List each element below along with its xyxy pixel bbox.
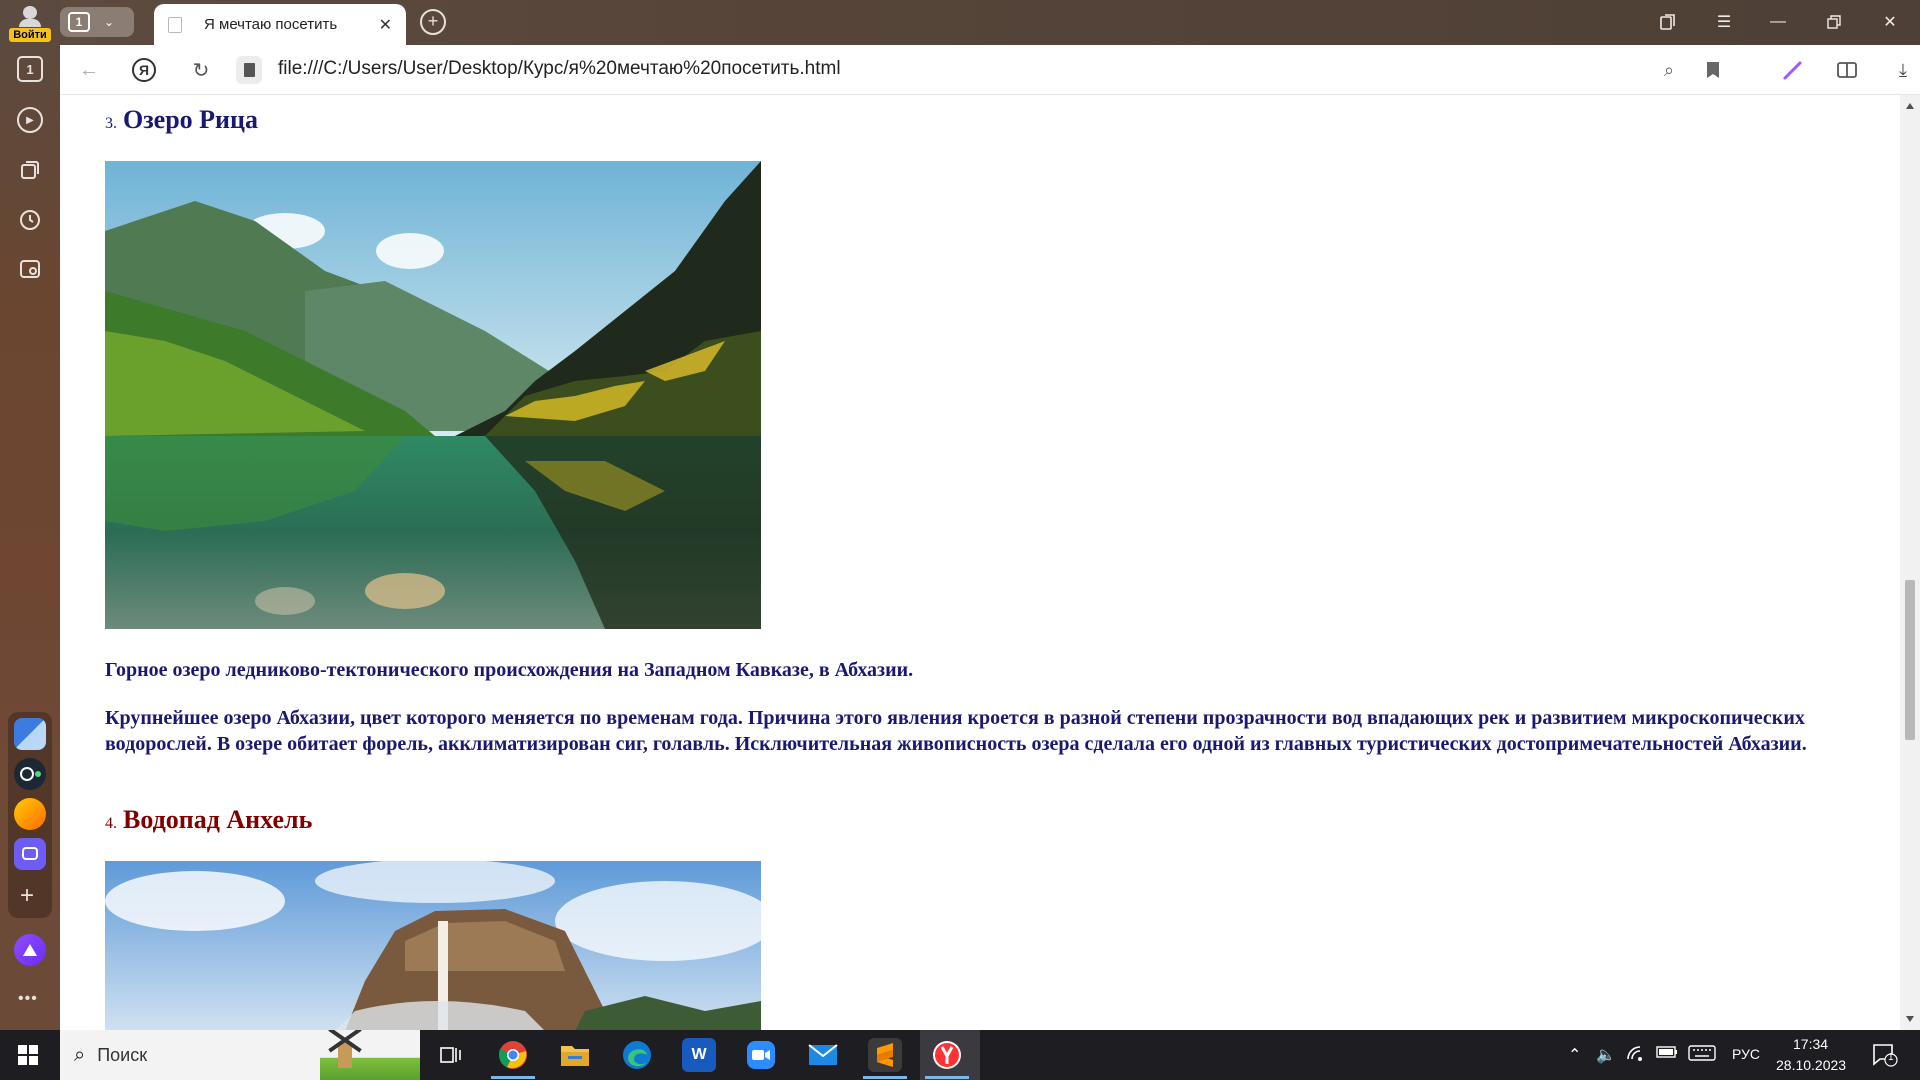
file-protocol-icon[interactable] [236,56,262,84]
scroll-thumb[interactable] [1905,580,1915,740]
search-icon: ⌕ [74,1043,86,1066]
reader-icon[interactable] [1834,57,1860,83]
yandex-running-indicator [925,1076,969,1079]
description-paragraph: Крупнейшее озеро Абхазии, цвет которого … [105,707,1807,755]
user-avatar-icon [23,6,37,20]
windows-start-icon[interactable] [18,1045,38,1065]
url-field[interactable]: file:///C:/Users/User/Desktop/Курс/я%20м… [278,58,841,80]
tab-counter-button[interactable]: 1 ⌄ [60,7,134,37]
login-button[interactable]: Войти [7,4,53,42]
close-tab-icon[interactable]: ✕ [379,15,392,35]
scroll-up-icon[interactable] [1906,103,1914,109]
task-view-icon[interactable] [434,1038,468,1072]
wifi-icon[interactable] [1626,1045,1646,1066]
volume-muted-icon[interactable]: 🔈 [1596,1045,1616,1065]
back-arrow-icon[interactable]: ← [76,57,102,83]
description-paragraph: Горное озеро ледниково-тектонического пр… [105,659,914,681]
download-icon[interactable]: ⤓ [1890,57,1916,83]
list-item-heading: 3. Озеро Рица [105,105,258,135]
reload-icon[interactable]: ↻ [188,57,214,83]
login-label: Войти [9,28,51,42]
tab-counter-icon[interactable]: 1 [17,56,43,82]
lake-ritsa-photo [105,161,761,629]
sublime-running-indicator [863,1076,907,1079]
sublime-icon[interactable] [868,1038,902,1072]
windmill-illustration [320,1030,420,1080]
place-title: Водопад Анхель [123,805,313,834]
bookmark-icon[interactable] [1700,57,1726,83]
list-item-heading: 4. Водопад Анхель [105,805,312,835]
notification-center-icon[interactable]: 1 [1872,1043,1898,1072]
keyboard-icon[interactable] [1688,1045,1716,1066]
notification-count: 1 [1888,1052,1894,1063]
alice-assistant-icon[interactable] [14,934,46,966]
restore-icon[interactable] [1822,10,1846,34]
screenshot-icon[interactable] [17,256,43,282]
pen-icon[interactable] [1780,57,1806,83]
page-viewport: 3. Озеро Рица Горное озеро ледниково-тек… [60,95,1900,1030]
sidebar-apps-panel: + [8,712,52,918]
tab-count-badge: 1 [68,12,90,32]
clock-date[interactable]: 28.10.2023 [1776,1057,1846,1073]
list-number: 4. [105,815,117,832]
minimize-icon[interactable]: — [1766,10,1790,34]
history-icon[interactable] [17,207,43,233]
tab-title: Я мечтаю посетить [204,16,338,33]
file-explorer-icon[interactable] [558,1038,592,1072]
tab-bar: 1 ⌄ Я мечтаю посетить ✕ + ☰ — ✕ [60,0,1920,45]
chevron-down-icon: ⌄ [104,15,115,29]
mail-app-icon[interactable] [14,798,46,830]
active-tab[interactable]: Я мечтаю посетить ✕ [154,4,406,45]
browser-circle-icon[interactable] [14,758,46,790]
play-icon[interactable]: ▶ [17,107,43,133]
battery-icon[interactable] [1656,1045,1678,1064]
place-title: Озеро Рица [123,105,259,134]
windows-taskbar: ⌕ Поиск W ⌃ 🔈 РУС 17:34 28.10.2023 1 [0,1030,1920,1080]
chrome-running-indicator [491,1076,535,1079]
close-window-icon[interactable]: ✕ [1878,10,1902,34]
browser-sidebar: Войти 1 ▶ + ••• [0,0,60,1030]
file-favicon-icon [168,16,182,33]
word-icon[interactable]: W [682,1038,716,1072]
chrome-icon[interactable] [496,1038,530,1072]
mail-icon[interactable] [806,1038,840,1072]
list-number: 3. [105,115,117,132]
clock-time[interactable]: 17:34 [1793,1036,1828,1052]
edge-icon[interactable] [620,1038,654,1072]
page-scrollbar[interactable] [1900,95,1920,1030]
user-avatar-body [19,19,41,27]
collections-icon[interactable] [17,157,43,183]
angel-falls-photo [105,861,761,1030]
language-indicator[interactable]: РУС [1732,1046,1760,1062]
yandex-browser-icon[interactable] [930,1038,964,1072]
new-tab-button[interactable]: + [420,9,446,35]
messenger-app-icon[interactable] [14,838,46,870]
zoom-icon[interactable] [744,1038,778,1072]
tray-chevron-up-icon[interactable]: ⌃ [1568,1045,1581,1065]
search-placeholder: Поиск [97,1044,148,1065]
taskbar-search[interactable]: ⌕ Поиск [60,1030,420,1080]
yandex-home-icon[interactable]: Я [132,58,156,82]
window-app-icon[interactable] [14,718,46,750]
search-page-icon[interactable]: ⌕ [1656,57,1682,83]
menu-icon[interactable]: ☰ [1712,10,1736,34]
scroll-down-icon[interactable] [1906,1016,1914,1022]
more-options-icon[interactable]: ••• [18,990,38,1008]
tabs-panel-icon[interactable] [1656,10,1680,34]
address-bar: ← Я ↻ file:///C:/Users/User/Desktop/Курс… [60,45,1920,95]
add-app-icon[interactable]: + [20,882,34,910]
